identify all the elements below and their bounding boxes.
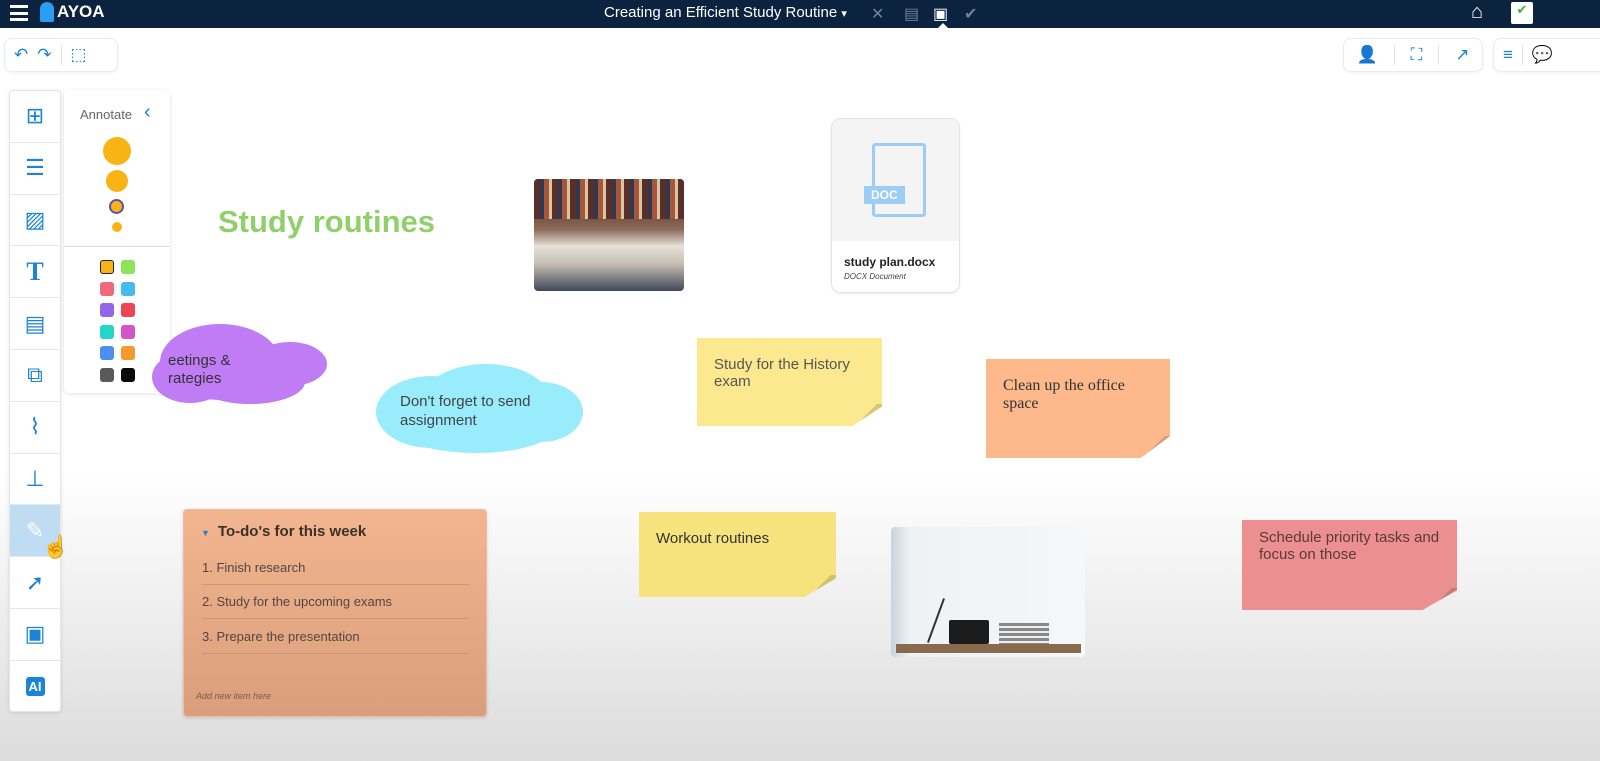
- panel-title: Annotate: [80, 107, 133, 122]
- sticky-note[interactable]: Study for the History exam: [697, 338, 882, 426]
- text-icon[interactable]: T: [10, 246, 60, 299]
- sticky-text: Workout routines: [656, 530, 770, 547]
- todo-item[interactable]: 1. Finish research: [202, 551, 469, 585]
- whiteboard-view-icon[interactable]: ▣: [933, 4, 948, 24]
- todo-title-text: To-do's for this week: [217, 523, 367, 540]
- logo-text: AYOA: [57, 2, 105, 21]
- widget-icon[interactable]: ⧉: [10, 350, 60, 402]
- share-toolbar: 👤 ⛶ ↗: [1343, 38, 1483, 72]
- doc-filename: study plan.docx: [844, 255, 936, 269]
- board-title: Creating an Efficient Study Routine: [604, 4, 838, 21]
- present-icon[interactable]: ⛶: [1401, 45, 1431, 65]
- sticky-note[interactable]: Clean up the office space: [986, 359, 1170, 458]
- document-view-icon[interactable]: ▤: [904, 4, 919, 24]
- mind-map-view-icon[interactable]: ✕: [871, 4, 884, 24]
- sticky-note[interactable]: Schedule priority tasks and focus on tho…: [1242, 520, 1457, 610]
- brush-size-xl[interactable]: [103, 137, 131, 165]
- ayoa-logo[interactable]: AYOA: [40, 2, 105, 22]
- add-todo-item-input[interactable]: Add new item here: [196, 691, 271, 701]
- color-swatch[interactable]: [121, 303, 135, 317]
- color-swatch[interactable]: [100, 367, 114, 382]
- color-swatch[interactable]: [121, 346, 135, 360]
- select-area-icon[interactable]: ⬚: [62, 45, 96, 65]
- cloud-line: rategies: [168, 370, 222, 387]
- collapse-panel-button[interactable]: ‹: [144, 101, 151, 124]
- purple-cloud-text: eetings & rategies: [168, 352, 231, 388]
- tool-sidebar: ⊞ ☰ ▨ T ▤ ⧉ ⌇ ⊥ ✎ ➚ ▣ AI: [9, 90, 61, 712]
- sticky-text: Study for the History exam: [714, 356, 850, 390]
- todo-item[interactable]: 2. Study for the upcoming exams: [202, 585, 469, 619]
- export-icon[interactable]: ↗: [1446, 45, 1478, 65]
- collapse-triangle-icon[interactable]: ▼: [201, 528, 210, 538]
- chevron-down-icon: ▾: [841, 8, 847, 20]
- color-swatch[interactable]: [100, 346, 114, 360]
- board-title-dropdown[interactable]: Creating an Efficient Study Routine ▾: [604, 4, 847, 21]
- redo-icon[interactable]: ↷: [37, 45, 60, 65]
- menu-icon[interactable]: [10, 5, 28, 21]
- active-view-indicator: [938, 23, 948, 28]
- task-view-icon[interactable]: ✔: [964, 4, 977, 24]
- document-icon[interactable]: ▤: [10, 298, 60, 350]
- hand-cursor-icon: ☝: [42, 534, 70, 559]
- todo-item[interactable]: 3. Prepare the presentation: [202, 620, 469, 654]
- list-icon[interactable]: ☰: [10, 143, 60, 195]
- image-icon[interactable]: ▨: [10, 195, 60, 247]
- attachment-icon[interactable]: ⌇: [10, 402, 60, 454]
- color-swatch[interactable]: [100, 260, 114, 274]
- desk-image[interactable]: [891, 527, 1085, 657]
- ai-icon[interactable]: AI: [10, 661, 60, 713]
- color-swatch[interactable]: [121, 367, 135, 382]
- undo-redo-toolbar: ↶ ↷ ⬚: [4, 38, 118, 72]
- arrow-icon[interactable]: ➚: [10, 557, 60, 609]
- doc-file-icon: [872, 143, 926, 217]
- color-swatch[interactable]: [121, 324, 135, 339]
- cloud-line: eetings &: [168, 352, 231, 369]
- add-user-icon[interactable]: 👤: [1347, 45, 1386, 65]
- heading-text[interactable]: Study routines: [218, 204, 435, 240]
- doc-badge: DOC: [864, 186, 905, 204]
- sticky-text: Clean up the office space: [1003, 377, 1125, 412]
- frame-icon[interactable]: ▣: [10, 609, 60, 661]
- brush-size-l[interactable]: [106, 170, 128, 192]
- sticky-note[interactable]: Workout routines: [639, 512, 836, 597]
- cyan-cloud-text: Don't forget to send assignment: [400, 393, 531, 429]
- todo-list-card[interactable]: ▼ To-do's for this week 1. Finish researc…: [183, 509, 487, 717]
- color-swatch[interactable]: [121, 281, 135, 296]
- add-sticky-icon[interactable]: ⊞: [10, 91, 60, 143]
- todo-title[interactable]: ▼ To-do's for this week: [201, 523, 366, 540]
- undo-icon[interactable]: ↶: [5, 45, 37, 65]
- brush-size-s[interactable]: [112, 222, 122, 232]
- doc-attachment-card[interactable]: DOC study plan.docx DOCX Document: [831, 118, 960, 293]
- brush-size-m[interactable]: [109, 199, 124, 214]
- color-swatch[interactable]: [121, 260, 135, 274]
- books-image[interactable]: [534, 179, 684, 291]
- sticky-text: Schedule priority tasks and focus on tho…: [1259, 529, 1440, 563]
- top-bar: AYOA Creating an Efficient Study Routine…: [0, 0, 1600, 28]
- sort-icon[interactable]: ≡: [1494, 45, 1522, 65]
- color-swatch[interactable]: [100, 303, 114, 317]
- doc-type: DOCX Document: [844, 272, 906, 281]
- comment-icon[interactable]: 💬: [1523, 45, 1562, 65]
- org-chart-icon[interactable]: ⊥: [10, 454, 60, 506]
- color-swatch[interactable]: [100, 324, 114, 339]
- view-toolbar: ≡ 💬: [1493, 38, 1600, 72]
- tasks-icon[interactable]: ✔: [1511, 2, 1533, 24]
- ai-label: AI: [25, 677, 45, 697]
- color-swatch[interactable]: [100, 281, 114, 296]
- home-icon[interactable]: ⌂: [1471, 1, 1483, 24]
